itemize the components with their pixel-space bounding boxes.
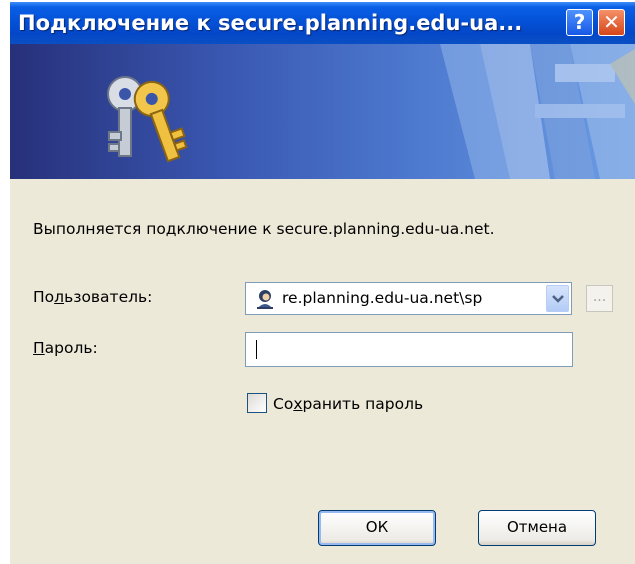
- ok-button[interactable]: ОК: [318, 510, 436, 546]
- window-title: Подключение к secure.planning.edu-ua...: [18, 11, 523, 35]
- user-icon: [257, 290, 273, 309]
- browse-users-button[interactable]: ...: [586, 285, 613, 312]
- password-label-part: ароль:: [44, 339, 98, 357]
- user-label: Пользователь:: [33, 288, 152, 306]
- text-caret: [256, 340, 257, 359]
- password-label: Пароль:: [33, 339, 98, 357]
- password-label-accel: П: [33, 339, 45, 357]
- save-password-label[interactable]: Сохранить пароль: [273, 395, 423, 413]
- save-password-checkbox[interactable]: [247, 393, 267, 413]
- close-button[interactable]: ✕: [598, 9, 625, 36]
- dropdown-button[interactable]: [546, 285, 569, 312]
- user-value[interactable]: re.planning.edu-ua.net\sp: [282, 289, 538, 307]
- help-button[interactable]: ?: [566, 9, 593, 36]
- user-label-part: По: [33, 288, 55, 306]
- user-combobox[interactable]: re.planning.edu-ua.net\sp: [245, 282, 572, 315]
- user-label-part: ьзователь:: [64, 288, 153, 306]
- save-label-part: ранить пароль: [302, 395, 424, 413]
- user-label-accel: л: [54, 288, 65, 306]
- title-bar[interactable]: Подключение к secure.planning.edu-ua... …: [10, 2, 635, 44]
- cancel-button[interactable]: Отмена: [478, 510, 596, 546]
- keys-icon: [107, 44, 635, 179]
- keys-banner: [10, 44, 635, 179]
- connection-message: Выполняется подключение к secure.plannin…: [33, 220, 495, 238]
- chevron-down-icon: [552, 295, 564, 303]
- save-label-part: Со: [273, 395, 294, 413]
- connect-dialog: Подключение к secure.planning.edu-ua... …: [10, 2, 635, 564]
- password-input[interactable]: [245, 332, 573, 367]
- save-label-accel: х: [293, 395, 303, 413]
